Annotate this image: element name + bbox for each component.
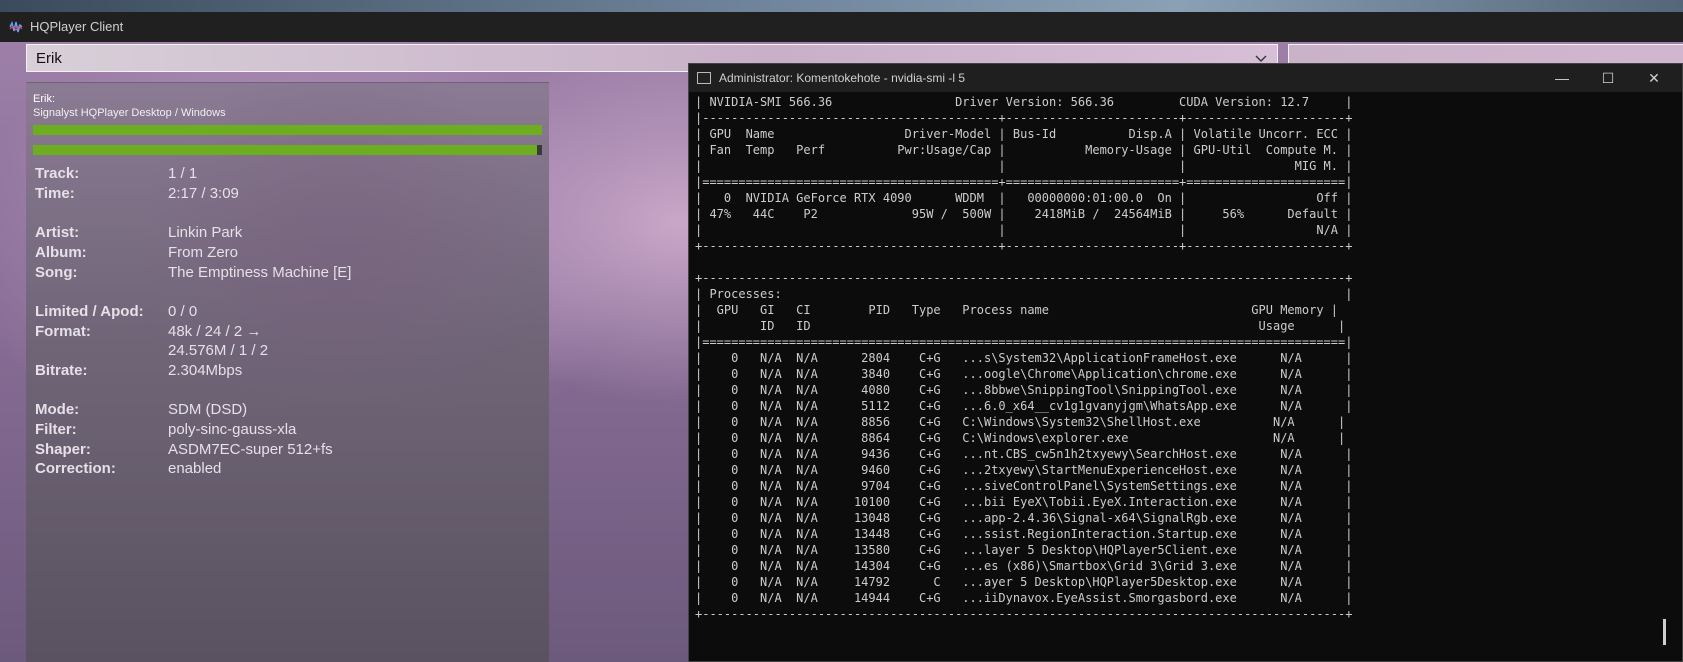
- bitrate-label: Bitrate:: [35, 362, 88, 379]
- terminal-line: | Processes: |: [695, 287, 1353, 301]
- terminal-line: | 0 NVIDIA GeForce RTX 4090 WDDM | 00000…: [695, 191, 1353, 205]
- format-value: 48k / 24 / 2 →: [168, 323, 262, 340]
- album-value: From Zero: [168, 244, 239, 261]
- format-label: Format:: [35, 323, 91, 340]
- host-name: Erik:: [33, 93, 55, 105]
- progress-bar-bottom[interactable]: [33, 145, 542, 155]
- artist-value: Linkin Park: [168, 224, 243, 241]
- bitrate-value: 2.304Mbps: [168, 362, 243, 379]
- terminal-line: | ID ID Usage |: [695, 319, 1346, 333]
- maximize-button[interactable]: ☐: [1585, 68, 1631, 88]
- track-value: 1 / 1: [168, 165, 198, 182]
- terminal-line: | | | N/A |: [695, 223, 1353, 237]
- mode-value: SDM (DSD): [168, 401, 248, 418]
- terminal-line: |---------------------------------------…: [695, 111, 1353, 125]
- album-label: Album:: [35, 244, 87, 261]
- filter-value: poly-sinc-gauss-xla: [168, 421, 297, 438]
- terminal-output[interactable]: | NVIDIA-SMI 566.36 Driver Version: 566.…: [695, 94, 1655, 654]
- correction-label: Correction:: [35, 460, 116, 477]
- hqplayer-titlebar[interactable]: HQPlayer Client: [0, 12, 1683, 42]
- terminal-line: | 0 N/A N/A 13448 C+G ...ssist.RegionInt…: [695, 527, 1353, 541]
- limited-apod-label: Limited / Apod:: [35, 303, 144, 320]
- terminal-line: | 0 N/A N/A 14944 C+G ...iiDynavox.EyeAs…: [695, 591, 1353, 605]
- terminal-line: | 0 N/A N/A 9704 C+G ...siveControlPanel…: [695, 479, 1353, 493]
- window-title: HQPlayer Client: [30, 19, 124, 34]
- terminal-line: |=======================================…: [695, 175, 1353, 189]
- cmd-icon: [697, 72, 711, 84]
- terminal-line: | GPU Name Driver-Model | Bus-Id Disp.A …: [695, 127, 1353, 141]
- terminal-line: | 47% 44C P2 95W / 500W | 2418MiB / 2456…: [695, 207, 1353, 221]
- progress-fill-bottom: [33, 145, 537, 155]
- console-title: Administrator: Komentokehote - nvidia-sm…: [719, 71, 966, 85]
- progress-bar-top[interactable]: [33, 125, 542, 135]
- terminal-line: | 0 N/A N/A 13048 C+G ...app-2.4.36\Sign…: [695, 511, 1353, 525]
- terminal-line: | 0 N/A N/A 13580 C+G ...layer 5 Desktop…: [695, 543, 1353, 557]
- terminal-line: | 0 N/A N/A 9460 C+G ...2txyewy\StartMen…: [695, 463, 1353, 477]
- console-scrollbar[interactable]: [1663, 619, 1666, 645]
- song-label: Song:: [35, 264, 78, 281]
- terminal-line: | 0 N/A N/A 10100 C+G ...bii EyeX\Tobii.…: [695, 495, 1353, 509]
- shaper-label: Shaper:: [35, 441, 91, 458]
- time-value: 2:17 / 3:09: [168, 185, 239, 202]
- terminal-line: | 0 N/A N/A 2804 C+G ...s\System32\Appli…: [695, 351, 1353, 365]
- terminal-line: | 0 N/A N/A 14792 C ...ayer 5 Desktop\HQ…: [695, 575, 1353, 589]
- terminal-line: |=======================================…: [695, 335, 1353, 349]
- playback-info-panel: Erik: Signalyst HQPlayer Desktop / Windo…: [26, 82, 549, 662]
- terminal-line: | NVIDIA-SMI 566.36 Driver Version: 566.…: [695, 95, 1353, 109]
- song-value: The Emptiness Machine [E]: [168, 264, 352, 281]
- minimize-button[interactable]: —: [1539, 68, 1585, 88]
- filter-label: Filter:: [35, 421, 77, 438]
- product-name: Signalyst HQPlayer Desktop / Windows: [33, 107, 226, 119]
- player-select-value: Erik: [36, 50, 62, 67]
- console-window: Administrator: Komentokehote - nvidia-sm…: [688, 63, 1683, 662]
- hqplayer-app-icon: [9, 20, 23, 33]
- time-label: Time:: [35, 185, 75, 202]
- terminal-line: | 0 N/A N/A 3840 C+G ...oogle\Chrome\App…: [695, 367, 1353, 381]
- terminal-line: +---------------------------------------…: [695, 607, 1353, 621]
- console-titlebar[interactable]: Administrator: Komentokehote - nvidia-sm…: [689, 64, 1682, 92]
- mode-label: Mode:: [35, 401, 80, 418]
- shaper-value: ASDM7EC-super 512+fs: [168, 441, 333, 458]
- terminal-line: | 0 N/A N/A 5112 C+G ...6.0_x64__cv1g1gv…: [695, 399, 1353, 413]
- terminal-line: | | | MIG M. |: [695, 159, 1353, 173]
- progress-fill-top: [33, 125, 542, 135]
- limited-apod-value: 0 / 0: [168, 303, 198, 320]
- correction-value: enabled: [168, 460, 222, 477]
- format-value-output: 24.576M / 1 / 2: [168, 342, 269, 359]
- terminal-line: | 0 N/A N/A 14304 C+G ...es (x86)\Smartb…: [695, 559, 1353, 573]
- terminal-line: | 0 N/A N/A 4080 C+G ...8bbwe\SnippingTo…: [695, 383, 1353, 397]
- terminal-line: +---------------------------------------…: [695, 271, 1353, 285]
- close-button[interactable]: ✕: [1631, 68, 1677, 88]
- terminal-line: | GPU GI CI PID Type Process name GPU Me…: [695, 303, 1338, 317]
- artist-label: Artist:: [35, 224, 80, 241]
- track-label: Track:: [35, 165, 80, 182]
- terminal-line: | Fan Temp Perf Pwr:Usage/Cap | Memory-U…: [695, 143, 1353, 157]
- desktop-background: [0, 0, 1683, 12]
- terminal-line: +---------------------------------------…: [695, 239, 1353, 253]
- terminal-line: | 0 N/A N/A 8864 C+G C:\Windows\explorer…: [695, 431, 1346, 445]
- terminal-line: | 0 N/A N/A 8856 C+G C:\Windows\System32…: [695, 415, 1346, 429]
- terminal-line: | 0 N/A N/A 9436 C+G ...nt.CBS_cw5n1h2tx…: [695, 447, 1353, 461]
